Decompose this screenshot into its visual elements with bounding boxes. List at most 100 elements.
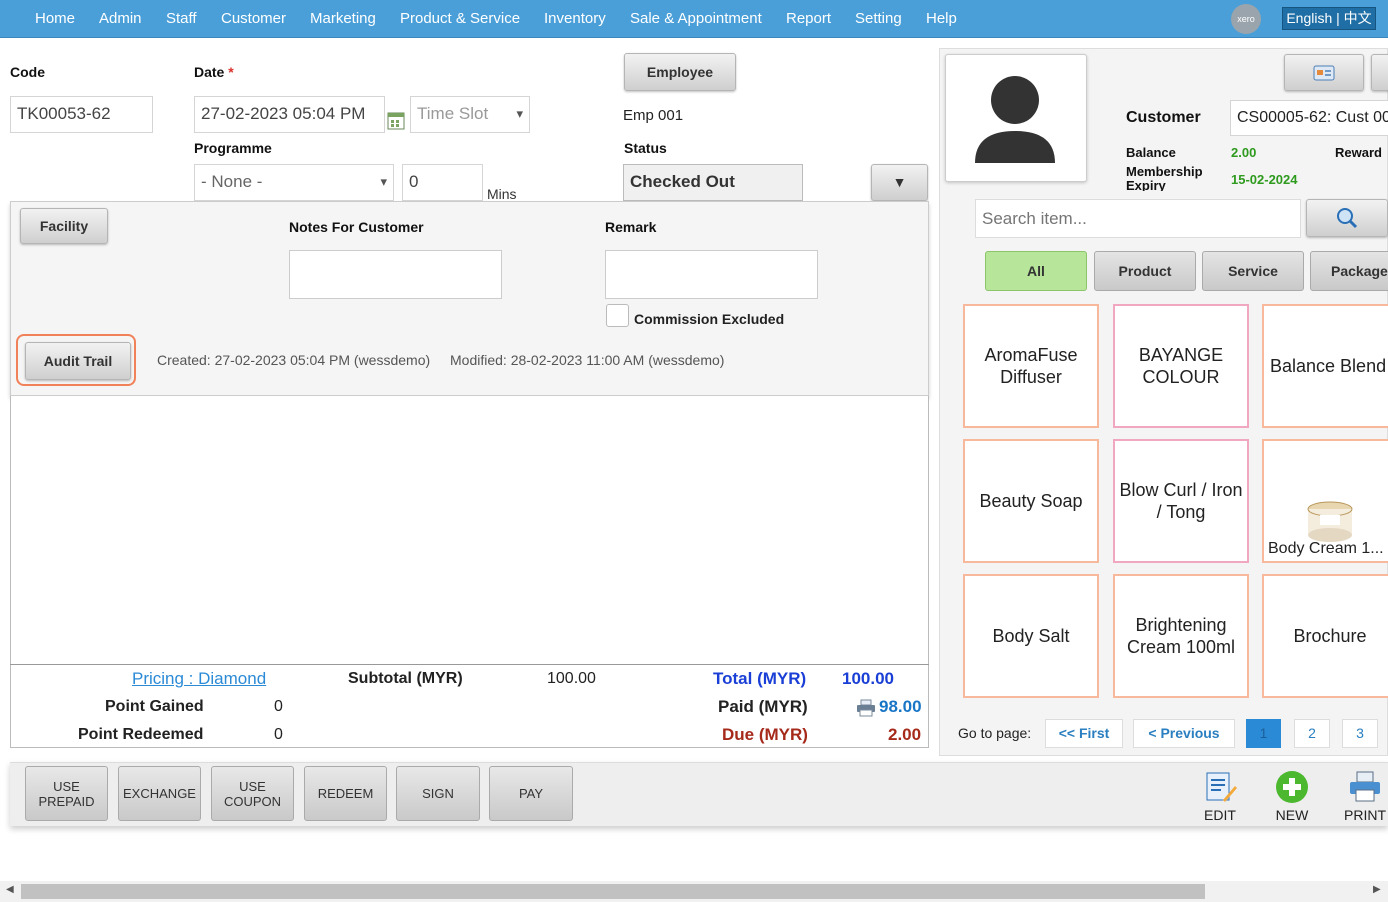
- pay-button[interactable]: PAY: [489, 766, 573, 821]
- nav-report[interactable]: Report: [786, 10, 831, 27]
- notes-textarea[interactable]: [289, 250, 502, 299]
- nav-staff[interactable]: Staff: [166, 10, 197, 27]
- point-gained-label: Point Gained: [105, 698, 204, 715]
- nav-setting[interactable]: Setting: [855, 10, 902, 27]
- nav-sale-appointment[interactable]: Sale & Appointment: [630, 10, 762, 27]
- timeslot-select[interactable]: Time Slot ▾: [410, 96, 530, 133]
- exchange-button[interactable]: EXCHANGE: [118, 766, 201, 821]
- redeem-button[interactable]: REDEEM: [304, 766, 387, 821]
- point-gained-value: 0: [274, 698, 283, 715]
- previous-page-button[interactable]: < Previous: [1133, 719, 1235, 748]
- created-info: Created: 27-02-2023 05:04 PM (wessdemo): [157, 352, 431, 368]
- search-icon: [1337, 208, 1358, 229]
- use-coupon-button[interactable]: USE COUPON: [211, 766, 294, 821]
- first-page-button[interactable]: << First: [1045, 719, 1123, 748]
- nav-customer[interactable]: Customer: [221, 10, 286, 27]
- balance-label: Balance: [1126, 145, 1176, 160]
- mins-field[interactable]: 0: [402, 164, 483, 201]
- nav-inventory[interactable]: Inventory: [544, 10, 606, 27]
- scroll-right-icon[interactable]: ▶: [1373, 884, 1381, 895]
- point-redeemed-label: Point Redeemed: [78, 726, 204, 743]
- page-1-button[interactable]: 1: [1246, 719, 1281, 748]
- balance-value: 2.00: [1231, 145, 1257, 160]
- scrollbar-thumb[interactable]: [21, 884, 1205, 899]
- expand-toggle-button[interactable]: ▼: [871, 164, 928, 201]
- caret-down-icon: ▼: [892, 174, 907, 190]
- totals-divider: [10, 664, 929, 665]
- date-field[interactable]: 27-02-2023 05:04 PM: [194, 96, 385, 133]
- customer-extra-button[interactable]: [1371, 54, 1388, 91]
- nav-product-service[interactable]: Product & Service: [400, 10, 520, 27]
- search-input[interactable]: [975, 199, 1301, 238]
- catalog-item[interactable]: Body Cream 1...: [1262, 439, 1388, 563]
- tab-product[interactable]: Product: [1094, 251, 1196, 291]
- audit-trail-button[interactable]: Audit Trail: [25, 342, 131, 380]
- xero-logo[interactable]: xero: [1231, 4, 1261, 34]
- card-icon: [1313, 65, 1335, 81]
- pricing-link[interactable]: Pricing : Diamond: [132, 669, 266, 689]
- avatar[interactable]: [945, 54, 1087, 182]
- nav-admin[interactable]: Admin: [99, 10, 142, 27]
- catalog-item-label: Body Cream 1...: [1268, 540, 1384, 557]
- print-tool[interactable]: PRINT: [1337, 770, 1388, 823]
- remark-textarea[interactable]: [605, 250, 818, 299]
- commission-excluded-label: Commission Excluded: [634, 311, 785, 327]
- new-label: NEW: [1275, 807, 1309, 823]
- reward-label: Reward: [1335, 145, 1382, 160]
- catalog-item[interactable]: Brightening Cream 100ml: [1113, 574, 1249, 698]
- language-switch[interactable]: English | 中文: [1282, 7, 1376, 30]
- catalog-item[interactable]: Balance Blend: [1262, 304, 1388, 428]
- scroll-left-icon[interactable]: ◀: [6, 884, 14, 895]
- nav-help[interactable]: Help: [926, 10, 957, 27]
- catalog-item[interactable]: BAYANGE COLOUR: [1113, 304, 1249, 428]
- edit-tool[interactable]: EDIT: [1192, 770, 1248, 823]
- remark-label: Remark: [605, 219, 657, 235]
- membership-expiry-value: 15-02-2024: [1231, 172, 1298, 187]
- facility-button[interactable]: Facility: [20, 208, 108, 244]
- total-label: Total (MYR): [713, 669, 807, 688]
- subtotal-label: Subtotal (MYR): [348, 670, 463, 687]
- printer-icon[interactable]: [856, 699, 876, 720]
- notes-label: Notes For Customer: [289, 219, 424, 235]
- user-silhouette-icon: [975, 76, 1055, 163]
- chevron-down-icon: ▾: [516, 106, 523, 121]
- nav-marketing[interactable]: Marketing: [310, 10, 376, 27]
- commission-excluded-checkbox[interactable]: [606, 304, 629, 327]
- catalog-item[interactable]: Brochure: [1262, 574, 1388, 698]
- tab-all[interactable]: All: [985, 251, 1087, 291]
- catalog-item[interactable]: AromaFuse Diffuser: [963, 304, 1099, 428]
- tab-package[interactable]: Package: [1310, 251, 1388, 291]
- plus-circle-icon: [1276, 771, 1308, 803]
- page-2-button[interactable]: 2: [1294, 719, 1330, 748]
- tab-service[interactable]: Service: [1202, 251, 1304, 291]
- calendar-icon[interactable]: [387, 110, 405, 133]
- top-nav: Home Admin Staff Customer Marketing Prod…: [0, 0, 1388, 38]
- edit-label: EDIT: [1204, 807, 1236, 823]
- programme-select[interactable]: - None - ▾: [194, 164, 394, 201]
- catalog-item[interactable]: Beauty Soap: [963, 439, 1099, 563]
- new-tool[interactable]: NEW: [1264, 770, 1320, 823]
- due-value: 2.00: [888, 725, 922, 744]
- point-redeemed-value: 0: [274, 726, 283, 743]
- customer-label: Customer: [1126, 109, 1201, 126]
- subtotal-value: 100.00: [547, 670, 596, 687]
- code-label: Code: [10, 64, 45, 80]
- customer-field[interactable]: CS00005-62: Cust 005: [1230, 100, 1388, 136]
- status-field[interactable]: Checked Out: [623, 164, 803, 201]
- search-button[interactable]: [1306, 199, 1388, 237]
- paid-label: Paid (MYR): [718, 697, 808, 716]
- item-list: [10, 396, 929, 748]
- page-3-button[interactable]: 3: [1342, 719, 1378, 748]
- use-prepaid-button[interactable]: USE PREPAID: [25, 766, 108, 821]
- nav-home[interactable]: Home: [35, 10, 75, 27]
- due-label: Due (MYR): [722, 725, 808, 744]
- catalog-item[interactable]: Body Salt: [963, 574, 1099, 698]
- sign-button[interactable]: SIGN: [396, 766, 480, 821]
- customer-card-button[interactable]: [1284, 54, 1364, 91]
- catalog-item[interactable]: Blow Curl / Iron / Tong: [1113, 439, 1249, 563]
- employee-button[interactable]: Employee: [624, 53, 736, 91]
- membership-expiry-label: Membership Expiry: [1126, 165, 1203, 191]
- code-field[interactable]: TK00053-62: [10, 96, 153, 133]
- programme-label: Programme: [194, 140, 272, 156]
- goto-page-label: Go to page:: [958, 725, 1032, 741]
